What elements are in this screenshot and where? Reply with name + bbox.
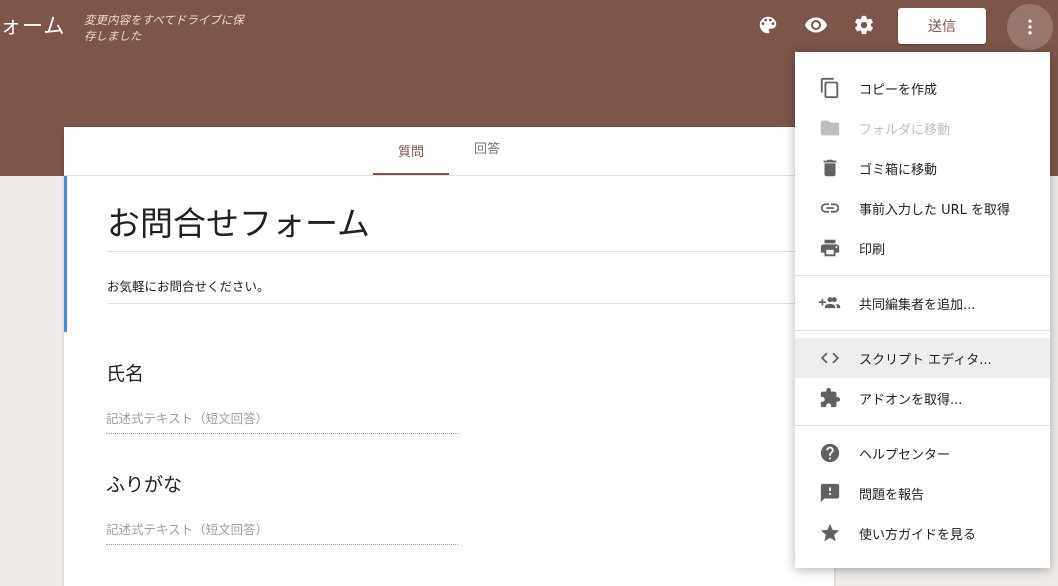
menu-item-prefilled-url[interactable]: 事前入力した URL を取得 [795,188,1050,228]
link-icon [819,197,841,219]
question-item[interactable]: ふりがな 記述式テキスト（短文回答） [106,470,466,545]
send-button[interactable]: 送信 [898,8,986,44]
palette-icon[interactable] [755,12,781,38]
menu-divider [795,330,1050,331]
save-status: 変更内容をすべてドライブに保存しました [84,13,244,43]
print-icon [819,237,841,259]
form-description[interactable]: お気軽にお問合せください。 [107,276,807,304]
more-vert-icon[interactable] [1007,4,1053,50]
menu-item-script-editor[interactable]: スクリプト エディタ... [795,338,1050,378]
menu-item-move-to-folder[interactable]: フォルダに移動 [795,108,1050,148]
menu-item-label: 印刷 [859,242,886,258]
question-item[interactable]: 氏名 記述式テキスト（短文回答） [106,359,466,434]
menu-item-tour-guide[interactable]: 使い方ガイドを見る [795,513,1050,553]
menu-item-label: ゴミ箱に移動 [859,162,938,178]
menu-item-add-collaborators[interactable]: 共同編集者を追加... [795,283,1050,323]
star-icon [819,522,841,544]
preview-icon[interactable] [803,12,829,38]
short-answer-placeholder: 記述式テキスト（短文回答） [106,519,458,545]
menu-item-get-addons[interactable]: アドオンを取得... [795,378,1050,418]
form-title[interactable]: お問合せフォーム [107,204,807,252]
question-title: ふりがな [106,474,183,496]
menu-item-label: スクリプト エディタ... [859,352,992,368]
form-card: 質問 回答 お問合せフォーム お気軽にお問合せください。 氏名 記述式テキスト（… [64,127,834,586]
menu-item-report-issue[interactable]: 問題を報告 [795,473,1050,513]
folder-icon [819,117,841,139]
short-answer-placeholder: 記述式テキスト（短文回答） [106,408,458,434]
form-header-section: お問合せフォーム お気軽にお問合せください。 [64,176,834,332]
menu-item-label: 事前入力した URL を取得 [859,202,1011,218]
menu-item-label: アドオンを取得... [859,392,963,408]
menu-item-label: コピーを作成 [859,82,938,98]
tab-bar: 質問 回答 [64,127,834,176]
settings-icon[interactable] [851,12,877,38]
menu-divider [795,425,1050,426]
menu-item-print[interactable]: 印刷 [795,228,1050,268]
code-icon [819,347,841,369]
menu-item-label: 共同編集者を追加... [859,297,976,313]
trash-icon [819,157,841,179]
feedback-icon [819,482,841,504]
menu-item-move-to-trash[interactable]: ゴミ箱に移動 [795,148,1050,188]
menu-item-label: 使い方ガイドを見る [859,527,977,543]
menu-item-help-center[interactable]: ヘルプセンター [795,433,1050,473]
more-options-menu: コピーを作成 フォルダに移動 ゴミ箱に移動 事前入力した URL を取得 印刷 … [795,52,1050,568]
menu-divider [795,275,1050,276]
puzzle-icon [819,387,841,409]
copy-icon [819,77,841,99]
question-title: 氏名 [106,363,145,385]
tab-responses[interactable]: 回答 [461,127,513,167]
help-icon [819,442,841,464]
tab-questions[interactable]: 質問 [373,127,449,175]
menu-item-label: ヘルプセンター [859,447,951,463]
menu-item-label: フォルダに移動 [859,122,951,138]
menu-item-make-copy[interactable]: コピーを作成 [795,68,1050,108]
add-people-icon [819,292,841,314]
menu-item-label: 問題を報告 [859,487,925,503]
app-title: ォーム [0,14,66,38]
